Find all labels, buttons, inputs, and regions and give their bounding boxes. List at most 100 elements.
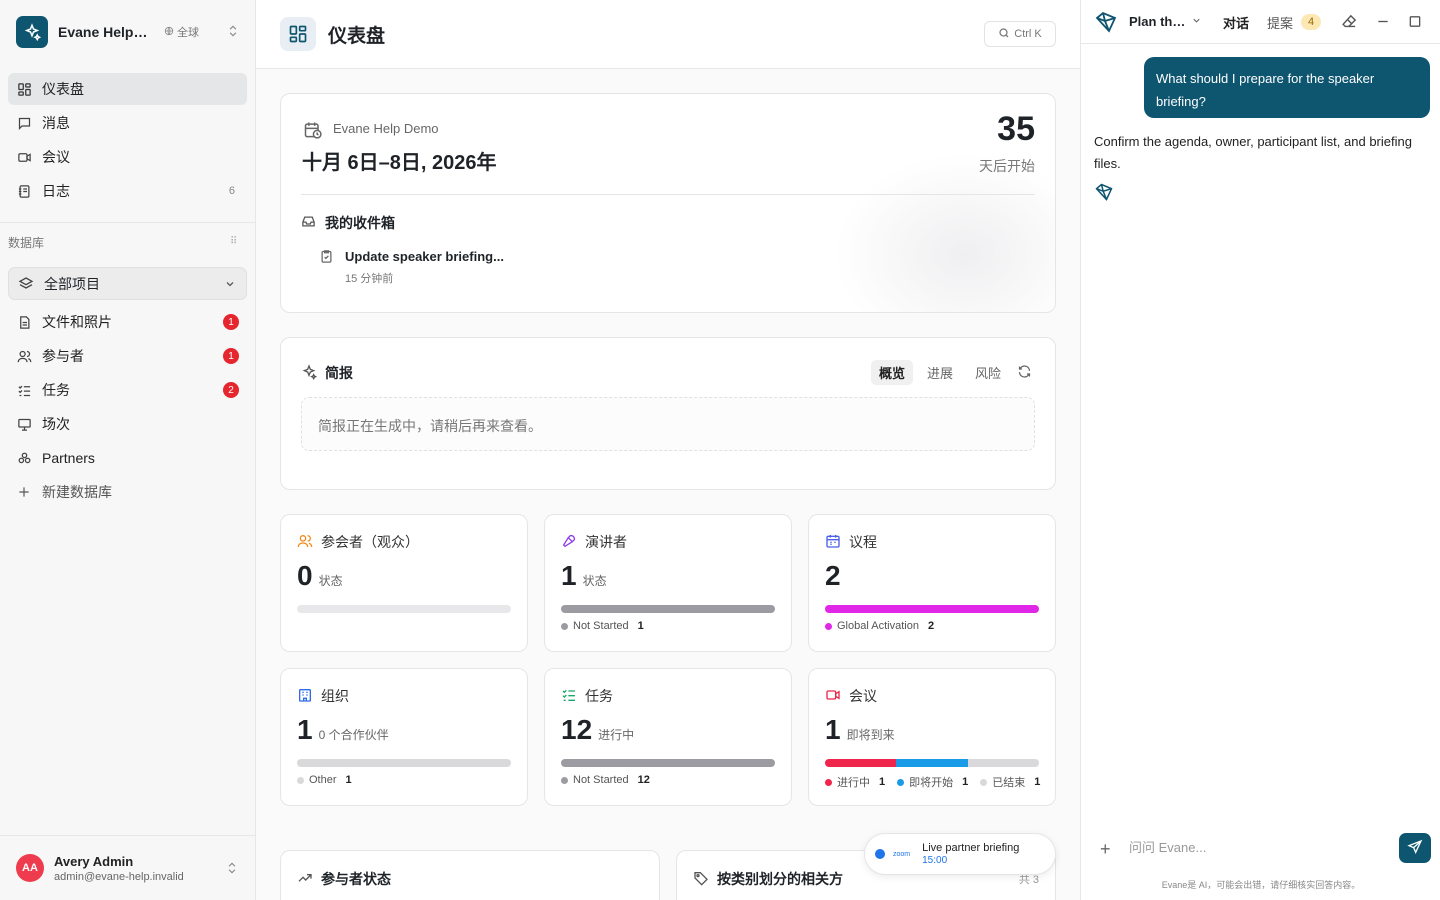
nav-item-dashboard[interactable]: 仪表盘 xyxy=(8,73,247,105)
stat-card-attendees[interactable]: 参会者（观众） 0 状态 xyxy=(280,514,528,652)
chevron-updown-icon[interactable] xyxy=(225,859,239,880)
legend-item: Not Started 1 xyxy=(561,620,644,632)
maximize-icon[interactable] xyxy=(1407,13,1423,30)
nav-item-messages[interactable]: 消息 xyxy=(8,107,247,139)
building-icon xyxy=(297,687,313,703)
search-button[interactable]: Ctrl K xyxy=(984,21,1056,47)
database-select[interactable]: 全部项目 xyxy=(8,267,247,300)
stat-title: 组织 xyxy=(321,688,349,704)
sparkles-icon xyxy=(301,364,317,380)
legend-item: 已结束 1 xyxy=(980,774,1040,790)
db-item-tasks[interactable]: 任务 2 xyxy=(8,374,247,406)
nav-item-label: 消息 xyxy=(42,115,70,131)
tab-overview[interactable]: 概览 xyxy=(871,360,914,385)
stat-value: 2 xyxy=(825,560,847,592)
legend-dot xyxy=(561,776,568,784)
stat-legend: Not Started 12 xyxy=(561,774,781,786)
legend-count: 12 xyxy=(637,774,650,786)
inbox-item[interactable]: Update speaker briefing... xyxy=(345,249,504,264)
search-icon xyxy=(998,27,1010,42)
workspace-scope-label: 全球 xyxy=(177,27,199,39)
briefing-card: 简报 概览 进展 风险 简报正在生成中，请稍后再来查看。 xyxy=(280,337,1056,490)
trending-up-icon xyxy=(297,870,313,886)
drag-handle-icon[interactable]: ⠿ xyxy=(230,236,237,247)
checklist-icon xyxy=(561,687,577,703)
stat-card-speakers[interactable]: 演讲者 1 状态 Not Started 1 xyxy=(544,514,792,652)
tab-risks[interactable]: 风险 xyxy=(967,360,1009,385)
divider xyxy=(301,194,1035,195)
stat-bar xyxy=(297,759,511,767)
stat-unit: 状态 xyxy=(318,574,343,588)
stat-bar xyxy=(561,759,775,767)
stat-card-tasks[interactable]: 任务 12 进行中 Not Started 12 xyxy=(544,668,792,806)
stat-value: 0 状态 xyxy=(297,560,343,592)
assistant-panel: Plan the event 对话 提案 4 What should I pre… xyxy=(1080,0,1440,900)
stat-bar xyxy=(297,605,511,613)
db-item-files[interactable]: 文件和照片 1 xyxy=(8,306,247,338)
sidebar-divider xyxy=(0,222,255,223)
partners-icon xyxy=(16,450,32,466)
event-name: Evane Help Demo xyxy=(333,121,439,136)
legend-dot xyxy=(825,778,832,786)
stat-bar xyxy=(825,759,1039,767)
stat-bar-segment xyxy=(967,759,1039,767)
legend-count: 1 xyxy=(879,776,886,788)
toast-text: Live partner briefing 15:00 xyxy=(922,842,1019,866)
workspace-scope[interactable]: 全球 xyxy=(164,24,199,40)
meeting-toast[interactable]: zoom Live partner briefing 15:00 xyxy=(864,833,1056,875)
inbox-icon xyxy=(301,214,316,229)
db-item-sessions[interactable]: 场次 xyxy=(8,408,247,440)
legend-item: 进行中 1 xyxy=(825,774,885,790)
eraser-icon[interactable] xyxy=(1341,13,1358,30)
user-info: Avery Admin admin@evane-help.invalid xyxy=(54,854,184,883)
db-item-participants[interactable]: 参与者 1 xyxy=(8,340,247,372)
section-label: 数据库 xyxy=(8,236,45,250)
toast-title: Live partner briefing xyxy=(922,842,1020,854)
stat-card-agenda[interactable]: 议程 2 Global Activation 2 xyxy=(808,514,1056,652)
panel-title[interactable]: Plan the event xyxy=(1129,14,1187,29)
new-database-button[interactable]: 新建数据库 xyxy=(8,476,247,508)
workspace-switcher[interactable]: Evane Help Demo 全球 xyxy=(16,16,248,48)
panel-header: Plan the event 对话 提案 4 xyxy=(1081,0,1440,44)
refresh-icon[interactable] xyxy=(1017,364,1032,379)
stat-bar-segment xyxy=(561,605,775,613)
stat-card-meetings[interactable]: 会议 1 即将到来 进行中 1 即将开始 1 已结束 1 xyxy=(808,668,1056,806)
db-item-label: 参与者 xyxy=(42,348,84,364)
plus-icon xyxy=(16,484,32,500)
legend-label: 即将开始 xyxy=(909,777,954,789)
db-item-partners[interactable]: Partners xyxy=(8,442,247,474)
notification-badge: 2 xyxy=(223,382,239,398)
chat-input[interactable] xyxy=(1129,835,1389,859)
checklist-icon xyxy=(16,382,32,398)
stat-value: 1 0 个合作伙伴 xyxy=(297,714,389,746)
users-icon xyxy=(16,348,32,364)
nav-item-label: 仪表盘 xyxy=(42,81,84,97)
new-database-label: 新建数据库 xyxy=(42,484,112,500)
legend-dot xyxy=(980,778,988,786)
send-button[interactable] xyxy=(1399,833,1431,863)
nav-item-label: 会议 xyxy=(42,149,70,165)
legend-count: 2 xyxy=(927,620,935,632)
briefing-title: 简报 xyxy=(325,365,353,381)
video-icon xyxy=(825,687,841,703)
clipboard-check-icon xyxy=(319,249,334,264)
chevron-down-icon[interactable] xyxy=(1191,15,1202,26)
tab-chat[interactable]: 对话 xyxy=(1223,13,1249,32)
tag-icon xyxy=(693,870,709,886)
tab-progress[interactable]: 进展 xyxy=(919,360,961,385)
chevron-updown-icon[interactable] xyxy=(226,22,240,43)
nav-item-meetings[interactable]: 会议 xyxy=(8,141,247,173)
legend-item: Global Activation 2 xyxy=(825,620,934,632)
calendar-icon xyxy=(825,533,841,549)
stat-legend: 进行中 1 即将开始 1 已结束 1 xyxy=(825,774,1045,790)
inbox-item-time: 15 分钟前 xyxy=(345,273,394,285)
legend-item: 即将开始 1 xyxy=(897,774,968,790)
stat-card-organizations[interactable]: 组织 1 0 个合作伙伴 Other 1 xyxy=(280,668,528,806)
db-item-label: Partners xyxy=(42,450,95,466)
user-menu[interactable]: AA Avery Admin admin@evane-help.invalid xyxy=(0,835,255,900)
stat-bar-segment xyxy=(825,759,897,767)
minimize-icon[interactable] xyxy=(1375,13,1391,30)
tab-proposals[interactable]: 提案 xyxy=(1267,13,1293,32)
attach-plus-icon[interactable]: + xyxy=(1100,839,1111,860)
nav-item-log[interactable]: 日志 6 xyxy=(8,175,247,207)
